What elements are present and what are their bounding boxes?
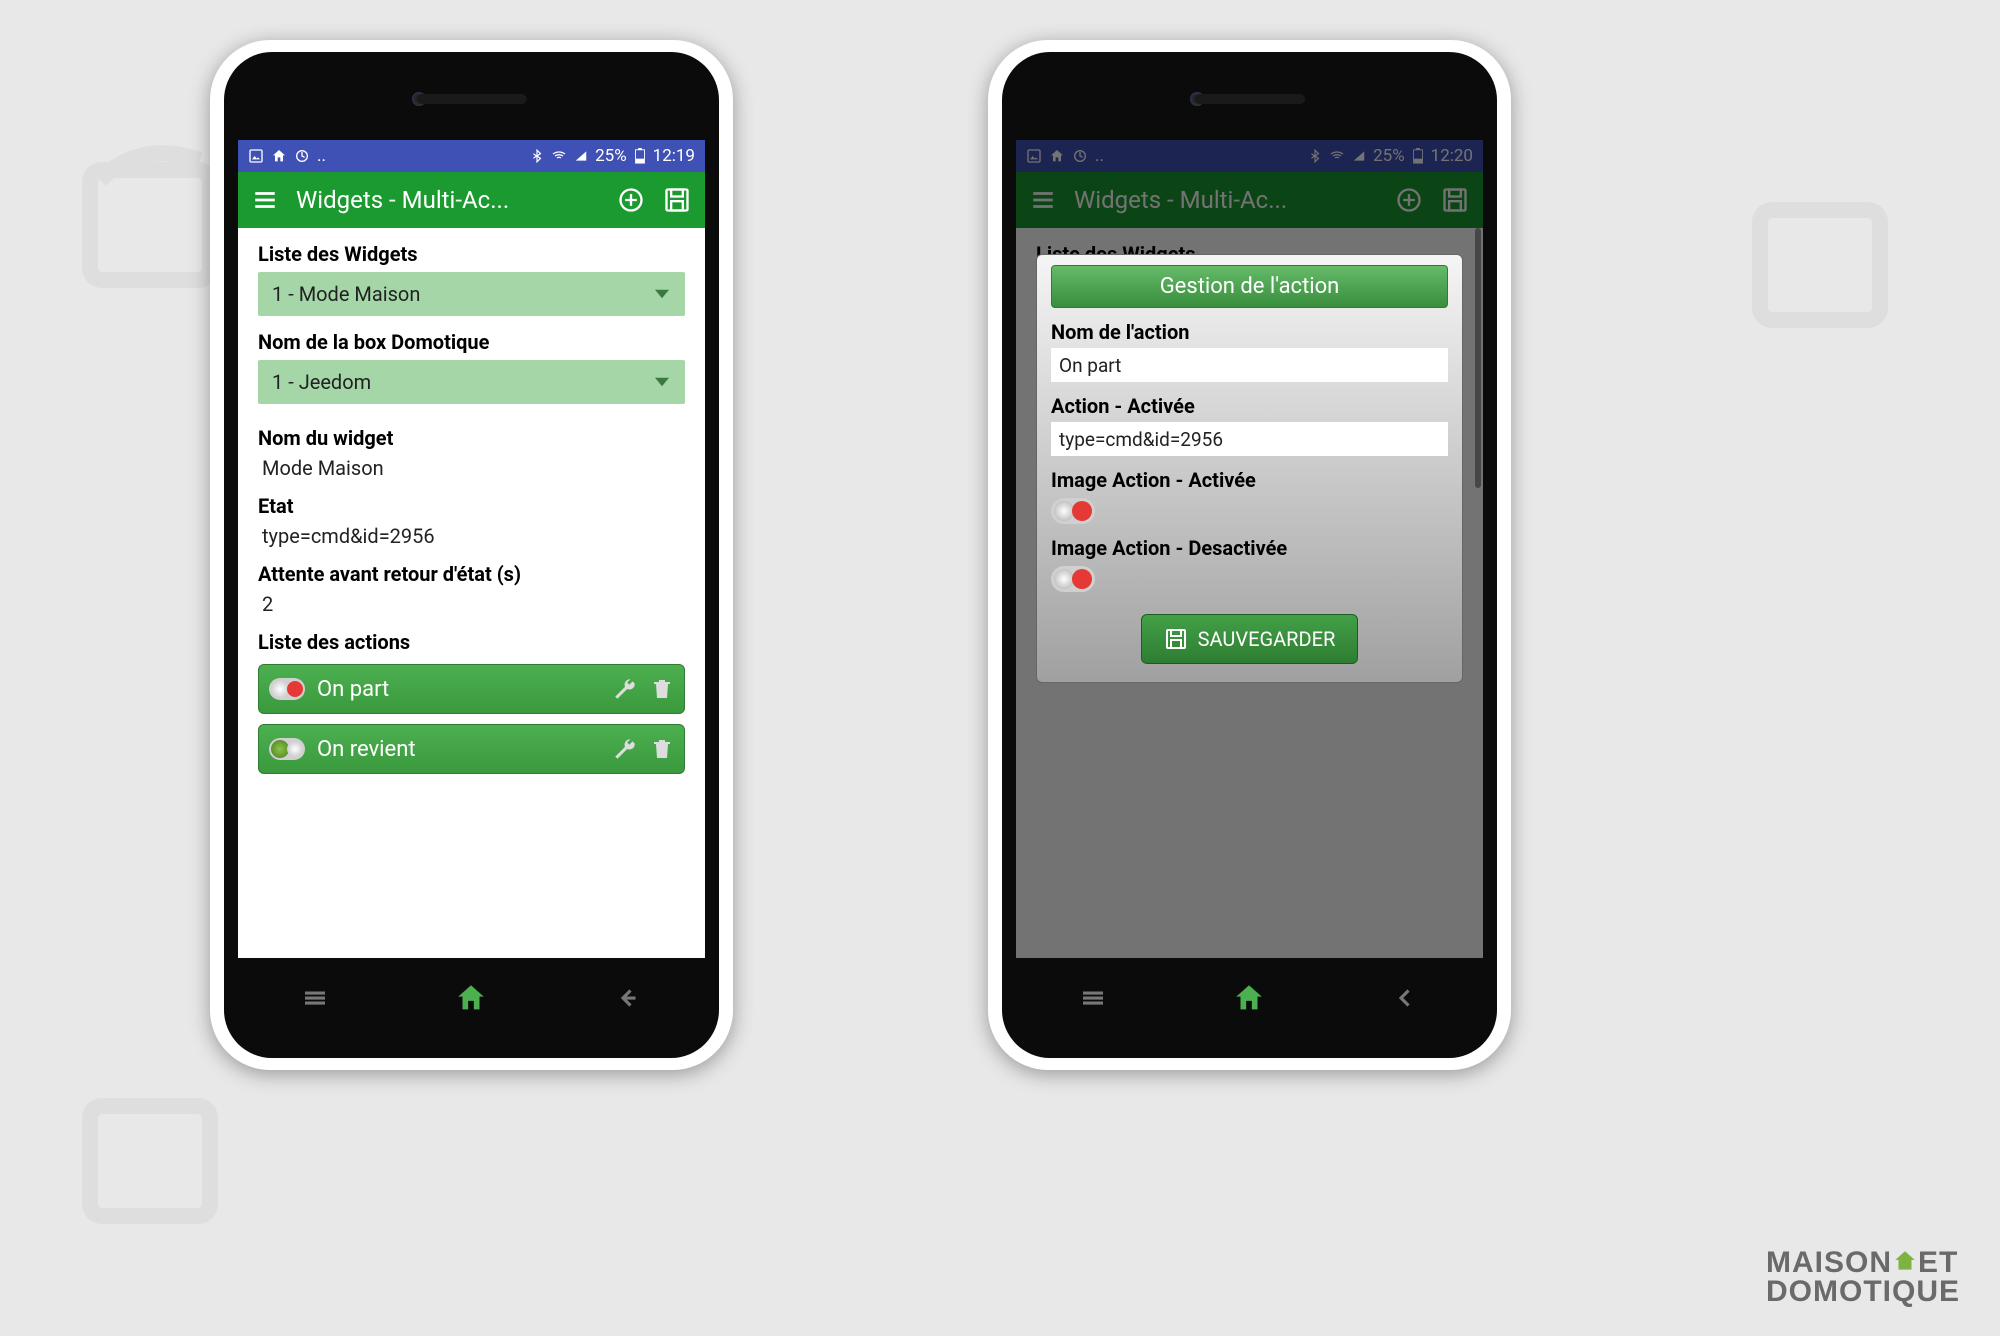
action-on-label: Action - Activée — [1051, 394, 1448, 418]
image-on-label: Image Action - Activée — [1051, 468, 1448, 492]
widget-name-value[interactable]: Mode Maison — [258, 450, 685, 480]
image-on-toggle[interactable] — [1051, 498, 1095, 524]
box-label: Nom de la box Domotique — [258, 330, 685, 354]
wrench-icon[interactable] — [612, 736, 638, 762]
home-button[interactable] — [1232, 981, 1266, 1015]
wait-label: Attente avant retour d'état (s) — [258, 562, 685, 586]
status-bar: .. 25% 12:19 — [238, 140, 705, 172]
box-value: 1 - Jeedom — [272, 370, 371, 394]
toggle-icon — [269, 678, 305, 700]
app-title: Widgets - Multi-Ac... — [296, 186, 599, 214]
brand-logo: maisonet domotique — [1766, 1248, 1960, 1306]
watermark-icon — [1730, 160, 1930, 360]
home-icon — [271, 148, 287, 164]
action-row[interactable]: On revient — [258, 724, 685, 774]
save-icon[interactable] — [663, 186, 691, 214]
watermark-icon — [60, 1056, 260, 1256]
soft-keys — [1016, 970, 1483, 1026]
box-dropdown[interactable]: 1 - Jeedom — [258, 360, 685, 404]
widget-name-label: Nom du widget — [258, 426, 685, 450]
state-value[interactable]: type=cmd&id=2956 — [258, 518, 685, 548]
add-icon[interactable] — [617, 186, 645, 214]
sync-icon — [294, 148, 310, 164]
home-button[interactable] — [454, 981, 488, 1015]
content-left: Liste des Widgets 1 - Mode Maison Nom de… — [238, 228, 705, 958]
action-on-input[interactable]: type=cmd&id=2956 — [1051, 422, 1448, 456]
widgets-list-dropdown[interactable]: 1 - Mode Maison — [258, 272, 685, 316]
trash-icon[interactable] — [650, 676, 674, 702]
battery-icon — [634, 148, 646, 164]
toggle-icon — [269, 738, 305, 760]
dialog-save-label: SAUVEGARDER — [1198, 627, 1336, 651]
back-button[interactable] — [1391, 983, 1421, 1013]
screen-left: .. 25% 12:19 Widgets - Multi-Ac... — [238, 140, 705, 958]
action-name-input[interactable]: On part — [1051, 348, 1448, 382]
soft-keys — [238, 970, 705, 1026]
phone-left: .. 25% 12:19 Widgets - Multi-Ac... — [210, 40, 733, 1070]
app-bar: Widgets - Multi-Ac... — [238, 172, 705, 228]
state-label: Etat — [258, 494, 685, 518]
image-icon — [248, 148, 264, 164]
clock: 12:19 — [653, 146, 695, 166]
wait-value[interactable]: 2 — [258, 586, 685, 616]
wrench-icon[interactable] — [612, 676, 638, 702]
dialog-title: Gestion de l'action — [1051, 265, 1448, 308]
dialog-save-button[interactable]: SAUVEGARDER — [1141, 614, 1359, 664]
image-off-label: Image Action - Desactivée — [1051, 536, 1448, 560]
phone-speaker — [1195, 94, 1305, 104]
action-name: On part — [317, 677, 600, 702]
widgets-list-value: 1 - Mode Maison — [272, 282, 420, 306]
actions-label: Liste des actions — [258, 630, 685, 654]
phone-speaker — [417, 94, 527, 104]
battery-text: 25% — [595, 146, 627, 166]
action-row[interactable]: On part — [258, 664, 685, 714]
page-background: .. 25% 12:19 Widgets - Multi-Ac... — [0, 0, 2000, 1336]
wifi-icon — [551, 148, 567, 164]
action-dialog: Gestion de l'action Nom de l'action On p… — [1036, 254, 1463, 683]
action-name-label: Nom de l'action — [1051, 320, 1448, 344]
action-name: On revient — [317, 737, 600, 762]
image-off-toggle[interactable] — [1051, 566, 1095, 592]
back-button[interactable] — [613, 983, 643, 1013]
bluetooth-icon — [530, 149, 544, 163]
chevron-down-icon — [655, 287, 669, 301]
trash-icon[interactable] — [650, 736, 674, 762]
screen-right: .. 25% 12:20 Widgets - Multi-Ac... — [1016, 140, 1483, 958]
phone-right: .. 25% 12:20 Widgets - Multi-Ac... — [988, 40, 1511, 1070]
save-icon — [1164, 627, 1188, 651]
signal-icon — [574, 149, 588, 163]
menu-icon[interactable] — [252, 187, 278, 213]
widgets-list-label: Liste des Widgets — [258, 242, 685, 266]
chevron-down-icon — [655, 375, 669, 389]
recent-apps-button[interactable] — [300, 983, 330, 1013]
recent-apps-button[interactable] — [1078, 983, 1108, 1013]
home-icon — [1892, 1248, 1918, 1274]
